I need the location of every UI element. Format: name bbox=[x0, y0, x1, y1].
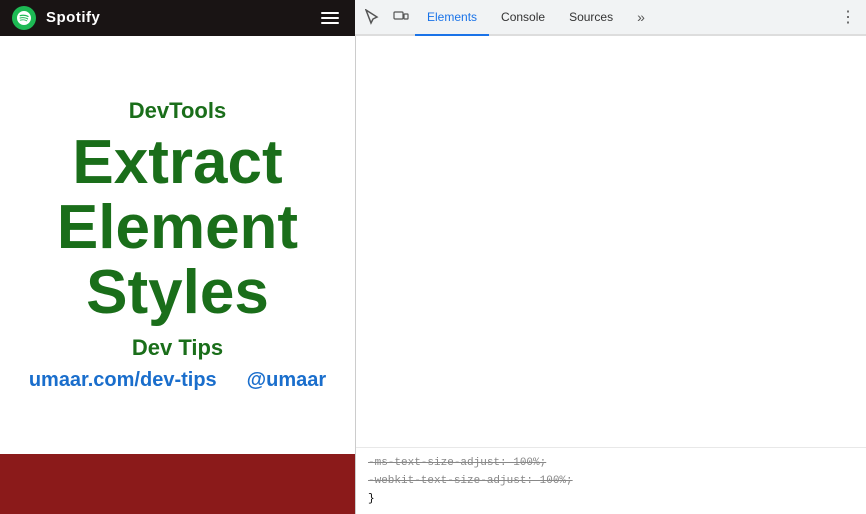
code-line-webkit-adjust: -webkit-text-size-adjust: 100%; bbox=[364, 472, 858, 490]
tab-elements[interactable]: Elements bbox=[415, 0, 489, 36]
code-panel: -ms-text-size-adjust: 100%; -webkit-text… bbox=[355, 36, 866, 514]
tab-sources[interactable]: Sources bbox=[557, 0, 625, 36]
spotify-section: Spotify bbox=[0, 0, 355, 36]
red-bar bbox=[0, 454, 355, 514]
code-line-empty-2 bbox=[360, 62, 862, 80]
devtools-kebab-menu-button[interactable]: ⋮ bbox=[834, 7, 862, 27]
device-emulation-icon[interactable] bbox=[387, 3, 415, 31]
bottom-code-section: -ms-text-size-adjust: 100%; -webkit-text… bbox=[356, 447, 866, 514]
website-links: umaar.com/dev-tips @umaar bbox=[29, 369, 326, 392]
code-line-empty-1 bbox=[360, 44, 862, 62]
dev-tips-label: Dev Tips bbox=[132, 335, 223, 361]
main-title: Extract Element Styles bbox=[20, 130, 335, 325]
more-tabs-button[interactable]: » bbox=[625, 0, 657, 36]
code-line-closing-brace: } bbox=[364, 490, 858, 508]
website-url-link[interactable]: umaar.com/dev-tips bbox=[29, 369, 217, 392]
code-line-ms-adjust: -ms-text-size-adjust: 100%; bbox=[364, 454, 858, 472]
spotify-logo-icon bbox=[12, 6, 36, 30]
spotify-label: Spotify bbox=[46, 9, 100, 26]
devtools-label: DevTools bbox=[129, 98, 226, 124]
twitter-handle-link[interactable]: @umaar bbox=[247, 369, 327, 392]
inspect-element-icon[interactable] bbox=[359, 3, 387, 31]
website-panel: DevTools Extract Element Styles Dev Tips… bbox=[0, 36, 355, 514]
hamburger-menu-button[interactable] bbox=[317, 8, 343, 28]
website-content-area: DevTools Extract Element Styles Dev Tips… bbox=[0, 36, 355, 454]
tab-console[interactable]: Console bbox=[489, 0, 557, 36]
devtools-tab-bar: Elements Console Sources » ⋮ bbox=[355, 0, 866, 36]
main-content: DevTools Extract Element Styles Dev Tips… bbox=[0, 36, 866, 514]
devtools-toolbar: Spotify Elements Console Sources bbox=[0, 0, 866, 36]
code-area bbox=[356, 36, 866, 447]
